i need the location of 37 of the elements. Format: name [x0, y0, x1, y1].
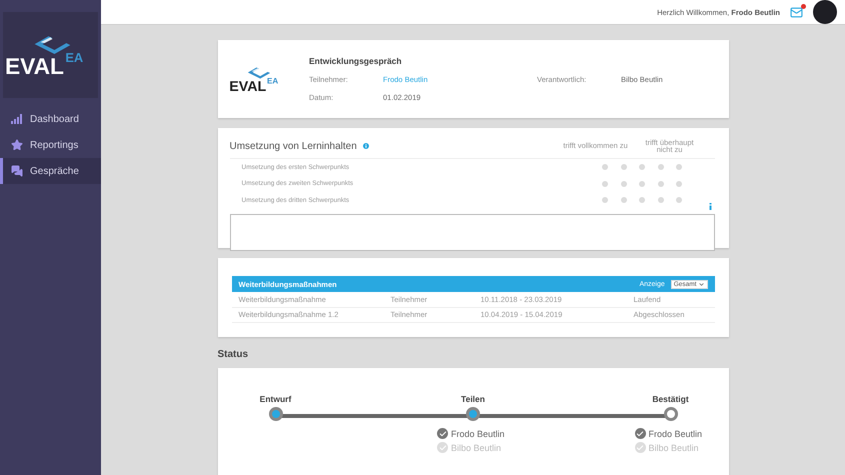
approval-item: Bilbo Beutlin: [437, 442, 505, 453]
rating-option[interactable]: [602, 197, 608, 204]
approval-item: Bilbo Beutlin: [634, 442, 702, 453]
rating-option[interactable]: [639, 180, 645, 187]
rating-option[interactable]: [639, 197, 645, 204]
rating-option[interactable]: [602, 164, 608, 170]
sidebar-item[interactable]: Reportings: [0, 132, 101, 158]
avatar[interactable]: [813, 0, 837, 24]
step-label: Bestätigt: [652, 394, 689, 406]
rating-option[interactable]: [602, 180, 608, 187]
rating-option[interactable]: [676, 197, 682, 204]
status-heading: Status: [218, 349, 250, 360]
rating-option[interactable]: [676, 180, 682, 187]
mail-icon[interactable]: [790, 6, 803, 18]
rating-option[interactable]: [620, 197, 626, 204]
star-icon: [11, 139, 23, 151]
interview-title: Entwicklungsgespräch: [309, 56, 403, 66]
comment-field[interactable]: [230, 214, 714, 250]
rating-title: Umsetzung von Lerninhalten: [230, 140, 357, 152]
rating-option[interactable]: [676, 164, 682, 170]
step-label: Teilen: [461, 394, 485, 406]
rating-option[interactable]: [639, 164, 645, 170]
approval-item: Frodo Beutlin: [437, 428, 505, 439]
sidebar-item[interactable]: Dashboard: [0, 106, 101, 132]
rating-option[interactable]: [620, 180, 626, 187]
approval-item: Frodo Beutlin: [634, 428, 702, 439]
rating-option[interactable]: [620, 164, 626, 170]
chat-bubbles-icon: [11, 165, 23, 177]
rating-option[interactable]: [658, 164, 664, 170]
rating-option[interactable]: [658, 197, 664, 204]
bar-chart-icon: [11, 114, 23, 124]
step-label: Entwurf: [260, 394, 292, 406]
chevron-down-icon: [698, 280, 704, 288]
sidebar-item[interactable]: Gespräche: [0, 158, 101, 184]
info-icon: [708, 202, 712, 210]
info-icon: [362, 143, 369, 149]
rating-option[interactable]: [658, 180, 664, 187]
